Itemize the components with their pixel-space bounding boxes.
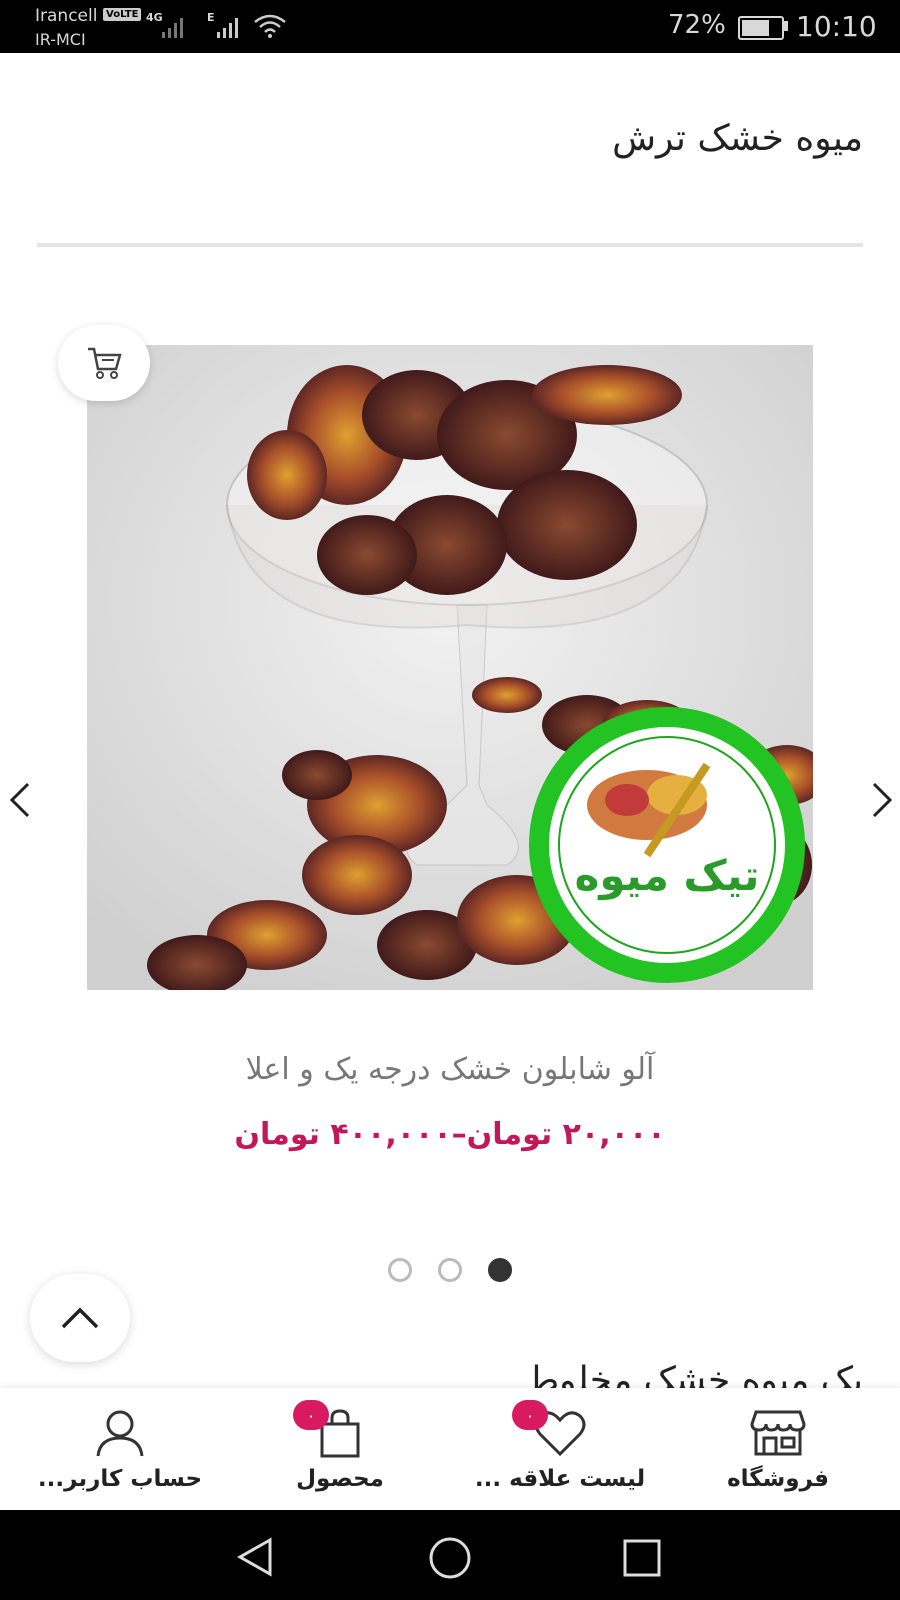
- carrier-name: Irancell: [35, 6, 98, 26]
- battery-icon: [738, 16, 784, 40]
- nav-label-account: حساب کاربر...: [37, 1466, 203, 1492]
- recents-icon[interactable]: [622, 1538, 662, 1578]
- carousel-prev-button[interactable]: [2, 780, 38, 820]
- battery-fill: [742, 20, 769, 36]
- dried-plum-image: تیک میوه: [87, 345, 813, 990]
- bottom-navigation: حساب کاربر... ۰ محصول ۰ لیست علاقه ... ف…: [0, 1388, 900, 1510]
- nav-label-shop: فروشگاه: [727, 1466, 829, 1492]
- chevron-up-icon: [61, 1307, 99, 1329]
- section-divider: [37, 243, 863, 247]
- logo-stamp: تیک میوه: [529, 707, 805, 983]
- product-price: ۲۰,۰۰۰ تومان–۴۰۰,۰۰۰ تومان: [234, 1117, 666, 1152]
- svg-text:تیک میوه: تیک میوه: [575, 851, 760, 901]
- system-navigation-bar: [0, 1510, 900, 1600]
- cart-icon: [88, 347, 122, 379]
- add-to-cart-button[interactable]: [58, 325, 150, 401]
- battery-tip: [784, 21, 788, 31]
- carousel-dot-1[interactable]: [388, 1258, 412, 1282]
- section-title: میوه خشک ترش: [612, 118, 863, 159]
- store-icon: [750, 1410, 806, 1456]
- nav-item-shop[interactable]: فروشگاه: [678, 1388, 878, 1510]
- carousel-dot-2[interactable]: [438, 1258, 462, 1282]
- back-icon[interactable]: [234, 1536, 276, 1578]
- chevron-right-icon: [872, 782, 893, 818]
- carousel-next-button[interactable]: [864, 780, 900, 820]
- scroll-to-top-button[interactable]: [30, 1274, 130, 1362]
- clock: 10:10: [796, 10, 877, 43]
- nav-item-cart[interactable]: ۰ محصول: [240, 1388, 440, 1510]
- wifi-icon: [254, 14, 286, 38]
- signal-icon: [162, 18, 183, 38]
- chevron-left-icon: [9, 782, 30, 818]
- carrier-name-2: IR-MCI: [35, 30, 86, 49]
- user-icon: [96, 1410, 144, 1457]
- status-bar: Irancell VoLTE 4G E IR-MCI 72% 10:10: [0, 0, 900, 53]
- product-image[interactable]: تیک میوه: [87, 345, 813, 990]
- nav-item-account[interactable]: حساب کاربر...: [20, 1388, 220, 1510]
- battery-percent: 72%: [668, 10, 726, 40]
- carousel-dots: [388, 1258, 514, 1282]
- cart-badge: ۰: [293, 1400, 329, 1430]
- carousel-dot-3[interactable]: [488, 1258, 512, 1282]
- nav-item-wishlist[interactable]: ۰ لیست علاقه ...: [460, 1388, 660, 1510]
- volte-badge: VoLTE: [103, 8, 142, 21]
- nav-label-wishlist: لیست علاقه ...: [474, 1466, 646, 1492]
- signal-icon-2: [217, 18, 238, 38]
- product-name[interactable]: آلو شابلون خشک درجه یک و اعلا: [0, 1052, 900, 1087]
- nav-label-cart: محصول: [296, 1466, 384, 1492]
- wishlist-badge: ۰: [512, 1400, 548, 1430]
- network-e-label: E: [207, 11, 215, 24]
- home-icon[interactable]: [428, 1536, 472, 1580]
